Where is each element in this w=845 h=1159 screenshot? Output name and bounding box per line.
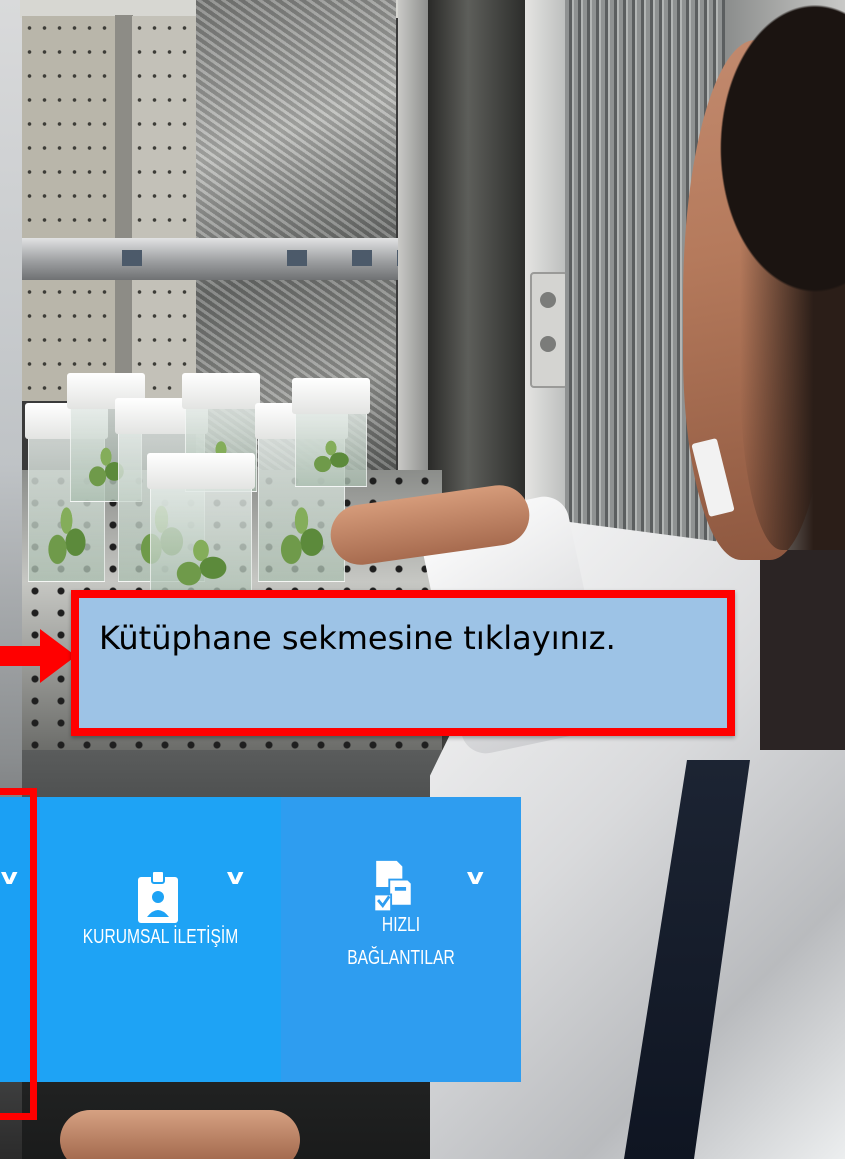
callout-text: Kütüphane sekmesine tıklayınız. — [99, 619, 616, 657]
tile-label-line: HIZLI — [381, 914, 421, 936]
tile-label: KURUMSAL İLETİŞİM — [82, 926, 239, 948]
lower-hand — [60, 1110, 300, 1159]
menu-tile-hizli-baglantilar[interactable]: v HIZLI BAĞLANTILAR — [281, 797, 521, 1082]
tile-label-line: BAĞLANTILAR — [347, 947, 455, 969]
researcher-hair — [695, 0, 845, 330]
annotation-arrow-icon — [0, 629, 76, 683]
perforated-panel-right — [132, 16, 197, 401]
culture-jar — [292, 378, 370, 487]
collar-shadow — [760, 550, 845, 750]
chevron-down-icon: v — [466, 865, 484, 890]
power-outlet — [530, 272, 568, 388]
instruction-callout: Kütüphane sekmesine tıklayınız. — [71, 590, 735, 736]
tile-label: HIZLI BAĞLANTILAR — [307, 909, 494, 975]
quick-menu: v v KURUMSAL İLETİŞİM v HIZLI BAĞLANTILA… — [0, 797, 521, 1082]
shelf-slider — [22, 238, 422, 280]
id-badge-icon — [138, 870, 178, 923]
linked-documents-icon — [373, 860, 413, 913]
culture-jar — [147, 453, 255, 602]
incubator-rail — [115, 15, 133, 385]
chevron-down-icon: v — [226, 865, 244, 890]
annotation-highlight-box — [0, 788, 37, 1120]
menu-tile-kurumsal-iletisim[interactable]: v KURUMSAL İLETİŞİM — [40, 797, 281, 1082]
